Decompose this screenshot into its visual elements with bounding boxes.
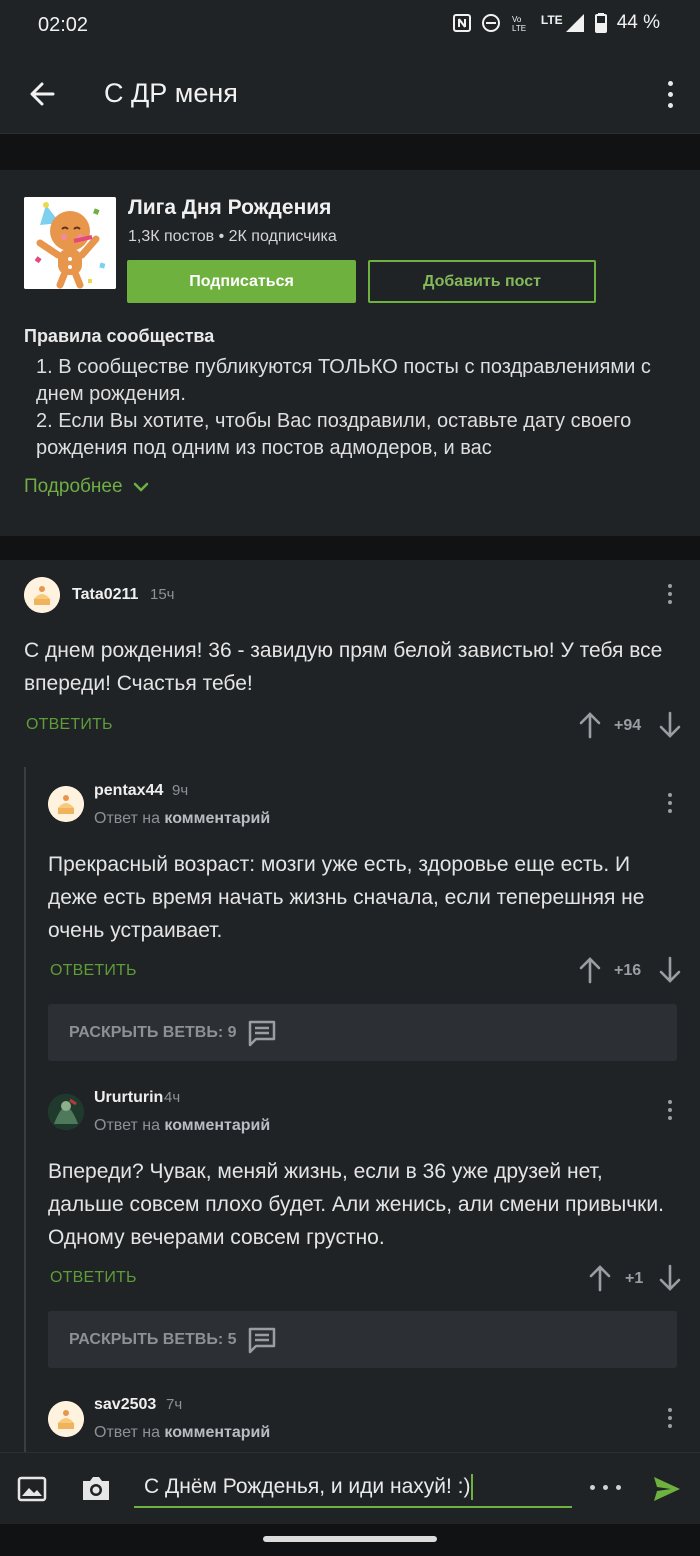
text-cursor <box>471 1474 474 1500</box>
comment-time: 15ч <box>150 586 175 603</box>
reply-to-prefix: Ответ на <box>94 1424 160 1441</box>
home-gesture-handle[interactable] <box>263 1536 437 1542</box>
rules-text: 1. В сообществе публикуются ТОЛЬКО посты… <box>36 354 656 460</box>
avatar[interactable] <box>48 1401 84 1437</box>
upvote-icon[interactable] <box>578 711 602 739</box>
upvote-icon[interactable] <box>578 956 602 984</box>
comment-username[interactable]: Ururturin <box>94 1089 163 1107</box>
comment-time: 7ч <box>166 1396 183 1413</box>
reply-to-prefix: Ответ на <box>94 1117 160 1134</box>
vote-score: +94 <box>614 717 642 734</box>
send-icon[interactable] <box>652 1475 682 1503</box>
more-link[interactable]: Подробнее <box>24 476 149 498</box>
comment-text: Прекрасный возраст: мозги уже есть, здор… <box>48 853 645 942</box>
reply-to[interactable]: Ответ на комментарий <box>94 1424 270 1442</box>
comment-more-icon[interactable] <box>660 581 680 607</box>
battery-percent: 44 % <box>616 12 660 33</box>
expand-branch-label: РАСКРЫТЬ ВЕТВЬ: 5 <box>69 1330 237 1348</box>
default-avatar-icon <box>48 1401 84 1437</box>
rule-item: 2. Если Вы хотите, чтобы Вас поздравили,… <box>36 410 632 459</box>
reply-to-target[interactable]: комментарий <box>164 1424 270 1441</box>
reply-button[interactable]: ОТВЕТИТЬ <box>26 716 113 734</box>
community-card: Лига Дня Рождения 1,3К постов • 2К подпи… <box>0 170 700 536</box>
community-stats: 1,3К постов • 2К подписчика <box>128 228 337 245</box>
avatar[interactable] <box>48 1094 84 1130</box>
reply-button[interactable]: ОТВЕТИТЬ <box>50 962 137 980</box>
reply-to-target[interactable]: комментарий <box>164 1117 270 1134</box>
subscribe-button[interactable]: Подписаться <box>127 260 356 303</box>
comment-username[interactable]: pentax44 <box>94 782 163 800</box>
dnd-icon <box>481 14 500 32</box>
comment-text: Впереди? Чувак, меняй жизнь, если в 36 у… <box>48 1160 664 1249</box>
expand-branch-button[interactable]: РАСКРЫТЬ ВЕТВЬ: 9 <box>48 1004 677 1061</box>
downvote-icon[interactable] <box>658 711 682 739</box>
signal-icon <box>565 14 584 32</box>
comment-input-value: С Днём Рожденья, и иди нахуй! :) <box>144 1475 471 1498</box>
reply-to-prefix: Ответ на <box>94 810 160 827</box>
comment-time: 9ч <box>172 782 189 799</box>
back-arrow-icon <box>30 82 55 106</box>
svg-text:LTE: LTE <box>512 24 526 33</box>
system-nav-bar <box>0 1524 700 1556</box>
user-avatar-icon <box>48 1094 84 1130</box>
comment-more-icon[interactable] <box>660 1097 680 1123</box>
birthday-mascot-icon <box>24 197 116 289</box>
chevron-down-icon <box>133 482 148 492</box>
lte-label: LTE <box>540 13 563 27</box>
expand-branch-button[interactable]: РАСКРЫТЬ ВЕТВЬ: 5 <box>48 1311 677 1368</box>
community-avatar[interactable] <box>24 197 116 289</box>
more-vert-icon[interactable] <box>658 76 682 112</box>
comments-list: Tata0211 15ч С днем рождения! 36 - завид… <box>0 560 700 1452</box>
status-icons: Vo LTE LTE 44 % <box>452 12 660 34</box>
downvote-icon[interactable] <box>658 1264 682 1292</box>
image-icon[interactable] <box>17 1475 47 1503</box>
comment-input[interactable]: С Днём Рожденья, и иди нахуй! :) <box>134 1468 572 1508</box>
comment-icon <box>248 1020 275 1046</box>
reply-button[interactable]: ОТВЕТИТЬ <box>50 1269 137 1287</box>
battery-icon <box>594 13 607 33</box>
rule-item: 1. В сообществе публикуются ТОЛЬКО посты… <box>36 356 651 405</box>
comment-icon <box>248 1327 275 1353</box>
comment-username[interactable]: sav2503 <box>94 1396 156 1414</box>
vote-score: +1 <box>625 1270 644 1287</box>
upvote-icon[interactable] <box>588 1264 612 1292</box>
comment-text: С днем рождения! 36 - завидую прям белой… <box>24 639 663 695</box>
status-bar: 02:02 Vo LTE LTE 44 % <box>0 0 700 56</box>
back-button[interactable] <box>22 74 62 114</box>
community-name[interactable]: Лига Дня Рождения <box>128 196 331 220</box>
reply-to[interactable]: Ответ на комментарий <box>94 810 270 828</box>
more-label: Подробнее <box>24 476 123 497</box>
default-avatar-icon <box>48 786 84 822</box>
reply-to-target[interactable]: комментарий <box>164 810 270 827</box>
thread-line <box>24 767 26 1452</box>
default-avatar-icon <box>24 577 60 613</box>
volte-icon: VoLTE <box>512 15 526 33</box>
camera-icon[interactable] <box>80 1473 112 1503</box>
svg-text:Vo: Vo <box>512 15 522 24</box>
comment-more-icon[interactable] <box>660 1405 680 1431</box>
page-title: С ДР меня <box>104 78 238 108</box>
comment-username[interactable]: Tata0211 <box>72 586 138 604</box>
avatar[interactable] <box>24 577 60 613</box>
comment-composer: С Днём Рожденья, и иди нахуй! :) <box>0 1452 700 1524</box>
rules-title: Правила сообщества <box>24 326 215 346</box>
vote-score: +16 <box>614 962 642 979</box>
app-bar: С ДР меня <box>0 56 700 134</box>
avatar[interactable] <box>48 786 84 822</box>
expand-branch-label: РАСКРЫТЬ ВЕТВЬ: 9 <box>69 1023 237 1041</box>
comment-more-icon[interactable] <box>660 790 680 816</box>
add-post-button[interactable]: Добавить пост <box>368 260 596 303</box>
nfc-icon <box>452 14 471 32</box>
more-horiz-icon[interactable] <box>590 1485 621 1490</box>
downvote-icon[interactable] <box>658 956 682 984</box>
reply-to[interactable]: Ответ на комментарий <box>94 1117 270 1135</box>
comment-time: 4ч <box>164 1089 181 1106</box>
status-time: 02:02 <box>38 14 89 36</box>
